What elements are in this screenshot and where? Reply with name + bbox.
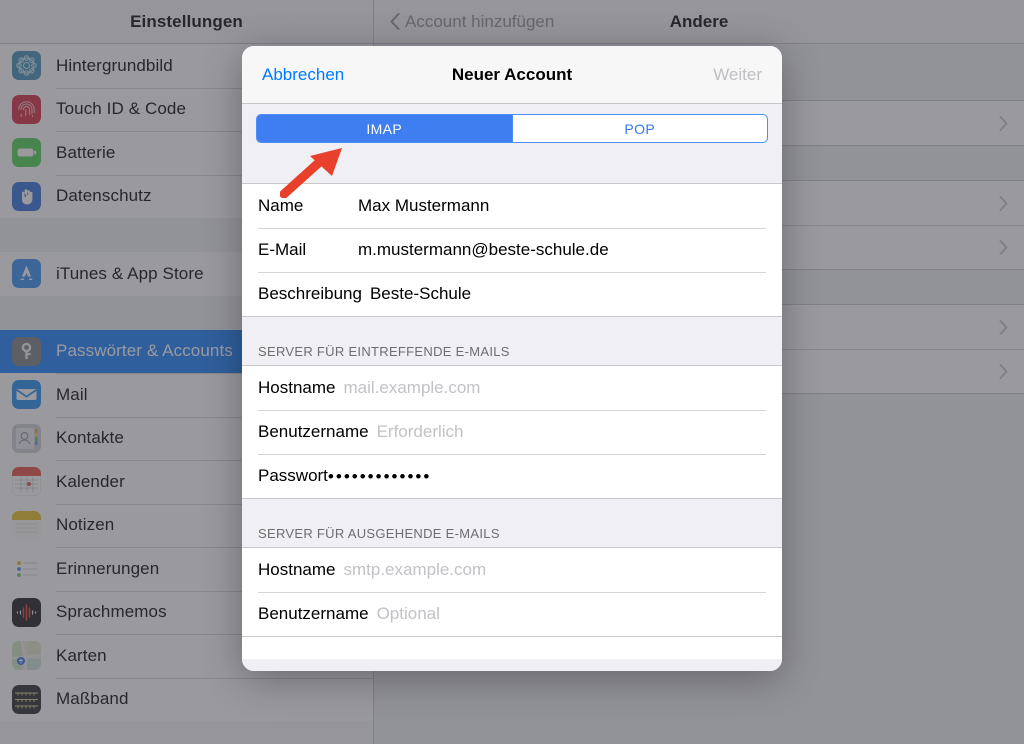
outgoing-hostname-input[interactable]: smtp.example.com	[343, 560, 486, 580]
name-label: Name	[258, 196, 304, 215]
battery-icon	[12, 138, 41, 168]
incoming-hostname-label: Hostname	[258, 378, 336, 397]
sidebar-item-label: Erinnerungen	[56, 558, 160, 578]
description-label: Beschreibung	[258, 284, 362, 303]
sidebar-item-maßband[interactable]: Maßband	[0, 677, 373, 721]
segmented-spacer	[242, 143, 782, 183]
detail-header: Account hinzufügen Andere	[374, 0, 1024, 44]
incoming-username-label: Benutzername	[258, 422, 369, 441]
sidebar-item-label: Sprachmemos	[56, 602, 167, 622]
key-icon	[12, 336, 41, 366]
chevron-right-icon	[999, 115, 1008, 131]
modal-header: Abbrechen Neuer Account Weiter	[242, 46, 782, 104]
outgoing-hostname-label: Hostname	[258, 560, 336, 579]
fingerprint-icon	[12, 94, 41, 124]
back-button-label: Account hinzufügen	[405, 11, 555, 31]
description-row[interactable]: Beschreibung Beste-Schule	[242, 272, 782, 316]
outgoing-section-header: SERVER FÜR AUSGEHENDE E-MAILS	[242, 499, 782, 547]
chevron-right-icon	[999, 239, 1008, 255]
measure-icon	[12, 684, 41, 714]
contacts-icon	[12, 423, 41, 453]
segment-imap[interactable]: IMAP	[257, 115, 512, 142]
incoming-hostname-row[interactable]: Hostname mail.example.com	[242, 366, 782, 410]
sidebar-item-label: Datenschutz	[56, 186, 152, 206]
segment-pop[interactable]: POP	[511, 115, 768, 142]
hand-icon	[12, 181, 41, 211]
incoming-server-group: Hostname mail.example.com Benutzername E…	[242, 365, 782, 499]
outgoing-server-group: Hostname smtp.example.com Benutzername O…	[242, 547, 782, 637]
ipad-settings-screen: Einstellungen Hintergrundbild Touch ID & …	[0, 0, 1024, 744]
incoming-password-label: Passwort	[258, 466, 328, 485]
app-store-icon	[12, 259, 41, 289]
voice-memos-icon	[12, 597, 41, 627]
sidebar-header: Einstellungen	[0, 0, 373, 44]
chevron-right-icon	[999, 195, 1008, 211]
email-input[interactable]: m.mustermann@beste-schule.de	[358, 240, 609, 260]
name-row[interactable]: Name Max Mustermann	[242, 184, 782, 228]
name-input[interactable]: Max Mustermann	[358, 196, 489, 216]
outgoing-username-row[interactable]: Benutzername Optional	[242, 592, 782, 636]
wallpaper-icon	[12, 51, 41, 81]
chevron-right-icon	[999, 319, 1008, 335]
protocol-segmented-control[interactable]: IMAP POP	[256, 114, 768, 143]
chevron-left-icon	[390, 13, 400, 30]
segmented-control-wrapper: IMAP POP	[242, 104, 782, 143]
incoming-username-row[interactable]: Benutzername Erforderlich	[242, 410, 782, 454]
sidebar-item-label: Notizen	[56, 515, 115, 535]
incoming-hostname-input[interactable]: mail.example.com	[343, 378, 480, 398]
incoming-username-input[interactable]: Erforderlich	[377, 422, 464, 442]
outgoing-username-label: Benutzername	[258, 604, 369, 623]
sidebar-title: Einstellungen	[130, 11, 243, 31]
sidebar-item-label: Maßband	[56, 689, 129, 709]
sidebar-item-label: Passwörter & Accounts	[56, 341, 233, 361]
description-input[interactable]: Beste-Schule	[370, 284, 471, 304]
email-label: E-Mail	[258, 240, 307, 259]
calendar-icon	[12, 467, 41, 497]
chevron-right-icon	[999, 363, 1008, 379]
incoming-password-row[interactable]: Passwort •••••••••••••	[242, 454, 782, 498]
sidebar-item-label: Mail	[56, 384, 88, 404]
sidebar-item-label: Kontakte	[56, 428, 124, 448]
outgoing-username-input[interactable]: Optional	[377, 604, 440, 624]
maps-icon	[12, 641, 41, 671]
outgoing-hostname-row[interactable]: Hostname smtp.example.com	[242, 548, 782, 592]
modal-body: IMAP POP Name Max Mustermann E-Mail m.mu…	[242, 104, 782, 671]
reminders-icon	[12, 554, 41, 584]
email-row[interactable]: E-Mail m.mustermann@beste-schule.de	[242, 228, 782, 272]
account-info-group: Name Max Mustermann E-Mail m.mustermann@…	[242, 183, 782, 317]
back-button[interactable]: Account hinzufügen	[390, 12, 554, 32]
sidebar-item-label: iTunes & App Store	[56, 263, 204, 283]
modal-bottom-filler	[242, 637, 782, 659]
mail-icon	[12, 380, 41, 410]
sidebar-item-label: Touch ID & Code	[56, 99, 187, 119]
cancel-button[interactable]: Abbrechen	[262, 65, 344, 85]
sidebar-item-label: Karten	[56, 645, 107, 665]
next-button[interactable]: Weiter	[713, 65, 762, 85]
incoming-section-header: SERVER FÜR EINTREFFENDE E-MAILS	[242, 317, 782, 365]
incoming-password-input[interactable]: •••••••••••••	[328, 468, 431, 485]
sidebar-item-label: Hintergrundbild	[56, 55, 173, 75]
new-account-modal: Abbrechen Neuer Account Weiter IMAP POP …	[242, 46, 782, 671]
notes-icon	[12, 510, 41, 540]
sidebar-item-label: Batterie	[56, 142, 116, 162]
sidebar-item-label: Kalender	[56, 471, 125, 491]
